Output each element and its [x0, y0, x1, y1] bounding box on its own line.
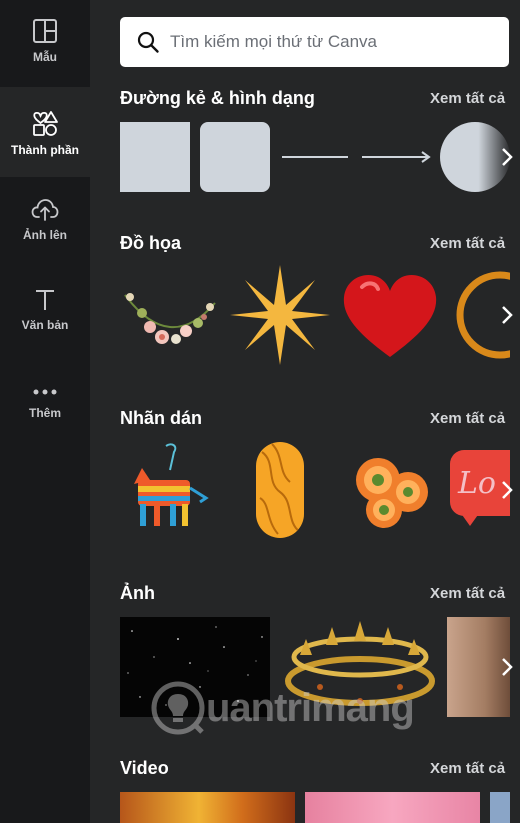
sidebar-item-label: Văn bản — [21, 318, 69, 332]
stickers-row: Lo — [120, 440, 520, 540]
elements-panel: Đường kẻ & hình dạng Xem tất cả Đồ họa X… — [90, 0, 520, 823]
scroll-right-button[interactable] — [494, 465, 520, 515]
sidebar-item-label: Ảnh lên — [23, 228, 67, 242]
sidebar-item-text[interactable]: Văn bản — [0, 288, 90, 358]
see-all-graphics[interactable]: Xem tất cả — [430, 235, 505, 252]
search-box[interactable] — [120, 17, 509, 67]
line-element[interactable] — [280, 122, 350, 192]
fire-video[interactable] — [120, 792, 295, 823]
wood-texture-sticker[interactable] — [256, 442, 304, 538]
chevron-right-icon — [502, 658, 513, 676]
arrow-line-icon — [362, 151, 431, 163]
watermark: uantrimang — [150, 680, 415, 736]
elements-icon — [33, 111, 58, 136]
wood-grain-icon — [259, 443, 301, 535]
heart-icon — [343, 275, 437, 357]
sticker-text: Lo — [458, 466, 496, 501]
sidebar-item-templates[interactable]: Mẫu — [0, 0, 90, 86]
section-title-photos: Ảnh — [120, 583, 155, 603]
section-title-lines-shapes: Đường kẻ & hình dạng — [120, 88, 315, 108]
flower-garland-icon — [124, 293, 216, 344]
scroll-right-button[interactable] — [494, 642, 520, 692]
see-all-photos[interactable]: Xem tất cả — [430, 585, 505, 602]
flower-icon — [356, 458, 428, 528]
see-all-stickers[interactable]: Xem tất cả — [430, 410, 505, 427]
orange-flowers-sticker[interactable] — [340, 440, 440, 540]
pink-water-video[interactable] — [305, 792, 480, 823]
search-input[interactable] — [170, 32, 490, 52]
rounded-square-shape[interactable] — [200, 122, 270, 192]
square-shape[interactable] — [120, 122, 190, 192]
layout-icon — [33, 19, 57, 43]
lightbulb-logo-icon — [151, 681, 205, 735]
sidebar: Mẫu Thành phần Ảnh lên Văn bản Thêm — [0, 0, 90, 823]
cloud-upload-icon — [31, 199, 59, 221]
more-icon — [33, 389, 57, 395]
chevron-right-icon — [502, 148, 513, 166]
chevron-right-icon — [502, 481, 513, 499]
eight-point-star-icon — [230, 265, 330, 365]
sidebar-item-label: Thành phần — [11, 143, 79, 157]
star-graphic[interactable] — [230, 265, 330, 365]
videos-row — [120, 792, 520, 823]
sidebar-item-more[interactable]: Thêm — [0, 384, 90, 444]
section-title-stickers: Nhãn dán — [120, 408, 203, 428]
section-title-graphics: Đồ họa — [120, 233, 181, 253]
see-all-lines-shapes[interactable]: Xem tất cả — [430, 90, 505, 107]
floral-wreath-graphic[interactable] — [120, 265, 220, 365]
watermark-text: uantrimang — [206, 685, 415, 730]
graphics-row — [120, 265, 520, 365]
sidebar-item-uploads[interactable]: Ảnh lên — [0, 198, 90, 268]
sidebar-item-elements[interactable]: Thành phần — [0, 87, 90, 177]
text-icon — [36, 290, 54, 310]
scroll-right-button[interactable] — [494, 132, 520, 182]
sidebar-item-label: Thêm — [28, 406, 61, 420]
see-all-videos[interactable]: Xem tất cả — [430, 760, 505, 777]
heart-graphic[interactable] — [340, 265, 440, 365]
sidebar-item-label: Mẫu — [33, 50, 57, 64]
arrow-line-element[interactable] — [360, 122, 432, 192]
chevron-right-icon — [502, 306, 513, 324]
scroll-right-button[interactable] — [494, 290, 520, 340]
video-thumbnail[interactable] — [490, 792, 510, 823]
pinata-sticker[interactable] — [120, 440, 220, 540]
lines-shapes-row — [120, 122, 520, 192]
section-title-videos: Video — [120, 758, 169, 778]
search-icon — [137, 31, 159, 53]
pinata-icon — [134, 443, 209, 526]
